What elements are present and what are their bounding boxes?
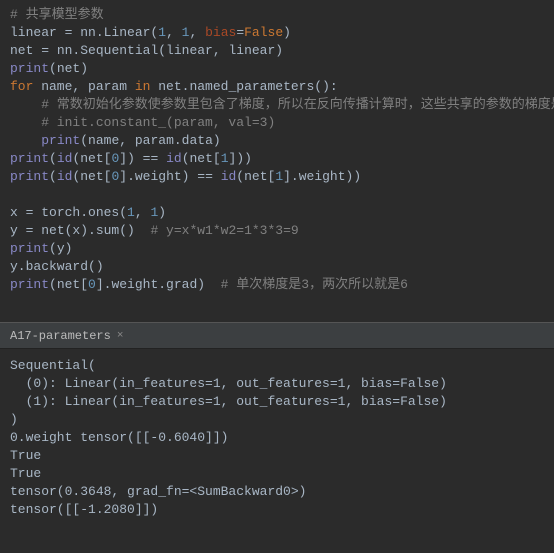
code-line: linear = nn.Linear(1, 1, bias=False) xyxy=(10,24,544,42)
code-editor[interactable]: # 共享模型参数 linear = nn.Linear(1, 1, bias=F… xyxy=(0,0,554,322)
code-line: print(id(net[0]) == id(net[1])) xyxy=(10,150,544,168)
output-tab[interactable]: A17-parameters xyxy=(10,327,111,345)
code-line xyxy=(10,186,544,204)
output-line: ) xyxy=(10,411,544,429)
code-line: print(name, param.data) xyxy=(10,132,544,150)
code-line: y = net(x).sum() # y=x*w1*w2=1*3*3=9 xyxy=(10,222,544,240)
code-line: # 共享模型参数 xyxy=(10,6,544,24)
output-line: tensor([[-1.2080]]) xyxy=(10,501,544,519)
code-line: print(net[0].weight.grad) # 单次梯度是3，两次所以就… xyxy=(10,276,544,294)
code-line: print(y) xyxy=(10,240,544,258)
code-line: net = nn.Sequential(linear, linear) xyxy=(10,42,544,60)
code-line: # init.constant_(param, val=3) xyxy=(10,114,544,132)
output-line: tensor(0.3648, grad_fn=<SumBackward0>) xyxy=(10,483,544,501)
code-line: for name, param in net.named_parameters(… xyxy=(10,78,544,96)
output-line: True xyxy=(10,465,544,483)
output-line: (1): Linear(in_features=1, out_features=… xyxy=(10,393,544,411)
output-line: 0.weight tensor([[-0.6040]]) xyxy=(10,429,544,447)
code-line: print(id(net[0].weight) == id(net[1].wei… xyxy=(10,168,544,186)
code-line: y.backward() xyxy=(10,258,544,276)
code-line: print(net) xyxy=(10,60,544,78)
code-line: x = torch.ones(1, 1) xyxy=(10,204,544,222)
output-line: Sequential( xyxy=(10,357,544,375)
close-icon[interactable]: × xyxy=(117,327,124,345)
output-tabbar: A17-parameters × xyxy=(0,322,554,349)
code-line: # 常数初始化参数使参数里包含了梯度，所以在反向传播计算时，这些共享的参数的梯度… xyxy=(10,96,544,114)
code-line xyxy=(10,294,544,312)
output-line: (0): Linear(in_features=1, out_features=… xyxy=(10,375,544,393)
output-line: True xyxy=(10,447,544,465)
output-panel[interactable]: Sequential( (0): Linear(in_features=1, o… xyxy=(0,349,554,527)
comment: # 共享模型参数 xyxy=(10,7,104,22)
